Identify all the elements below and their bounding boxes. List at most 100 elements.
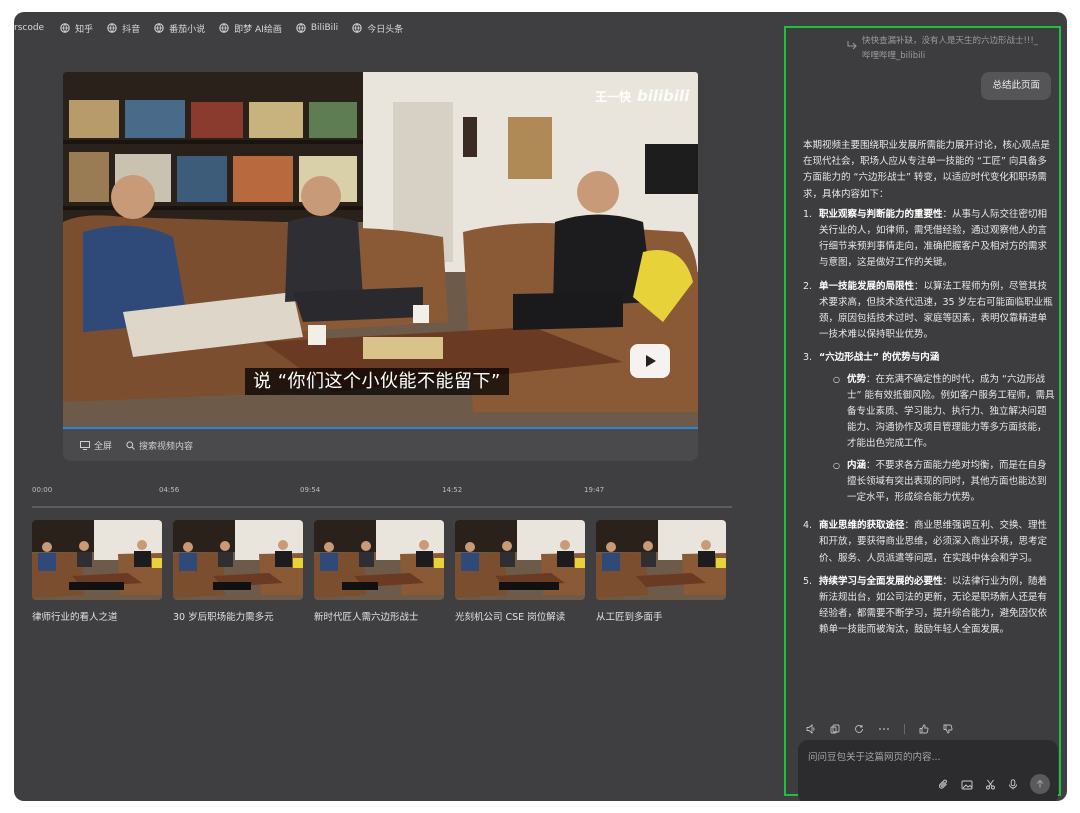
search-video-button[interactable]: 搜索视频内容 (126, 439, 193, 452)
item-number: 5. (803, 575, 813, 587)
ai-answer: 本期视频主要围绕职业发展所需能力展开讨论，核心观点是在现代社会，职场人应从专注单… (803, 138, 1055, 646)
globe-icon (60, 23, 70, 33)
answer-subitem: ○ 优势：在充满不确定性的时代，成为 “六边形战士” 能有效抵御风险。例如客户服… (819, 372, 1055, 453)
chapter-thumbnail[interactable] (32, 520, 162, 600)
answer-item: 3. “六边形战士” 的优势与内涵 ○ 优势：在充满不确定性的时代，成为 “六边… (803, 350, 1055, 511)
scissors-icon[interactable] (985, 779, 996, 790)
item-number: 2. (803, 280, 813, 292)
bookmark-toutiao[interactable]: 今日头条 (352, 22, 403, 35)
chapter-item[interactable]: 光刻机公司 CSE 岗位解读 (455, 520, 586, 623)
answer-item: 5. 持续学习与全面发展的必要性：以法律行业为例，随着新法规出台，如公司法的更新… (803, 574, 1055, 639)
video-controls: 全屏 搜索视频内容 (63, 429, 698, 461)
bookmark-douyin[interactable]: 抖音 (107, 22, 140, 35)
fullscreen-label: 全屏 (94, 441, 113, 452)
microphone-icon[interactable] (1008, 778, 1018, 790)
monitor-icon (80, 440, 90, 450)
bullet-icon: ○ (833, 374, 840, 384)
play-icon (646, 355, 656, 367)
timestamp: 09:54 (300, 486, 321, 494)
bookmark-fanqie[interactable]: 番茄小说 (154, 22, 205, 35)
bookmark-label: 即梦 AI绘画 (234, 24, 282, 35)
answer-item: 1. 职业观察与判断能力的重要性：从事与人际交往密切相关行业的人，如律师，需凭借… (803, 207, 1055, 272)
page-reference-text: 快快查漏补缺，没有人是天生的六边形战士!!!_哔哩哔哩_bilibili (862, 36, 1038, 61)
answer-actions (806, 724, 953, 734)
bullet-icon: ○ (833, 460, 840, 470)
regenerate-icon[interactable] (854, 724, 864, 734)
bookmark-label: BiliBili (310, 23, 339, 33)
subitem-text: ：不要求各方面能力绝对均衡，而是在自身擅长领域有突出表现的同时，其他方面也能达到… (847, 459, 1047, 504)
answer-item: 4. 商业思维的获取途径：商业思维强调互利、交换、理性和开放，要获得商业思维，必… (803, 518, 1055, 567)
item-title: “六边形战士” 的优势与内涵 (819, 352, 940, 364)
send-button[interactable] (1030, 774, 1050, 794)
timestamp: 19:47 (584, 486, 605, 494)
speaker-icon[interactable] (806, 724, 816, 734)
globe-icon (219, 23, 229, 33)
chapter-item[interactable]: 从工匠到多面手 (596, 520, 727, 623)
attachment-icon[interactable] (938, 779, 949, 790)
globe-icon (107, 23, 117, 33)
bookmark-rscode[interactable]: rscode (14, 23, 44, 33)
item-title: 单一技能发展的局限性 (819, 280, 915, 292)
timestamp: 00:00 (32, 486, 53, 494)
watermark-brand: bilibili (637, 87, 690, 105)
copy-icon[interactable] (830, 724, 840, 734)
answer-item: 2. 单一技能发展的局限性：以算法工程师为例，尽管其技术要求高，但技术迭代迅速，… (803, 279, 1055, 344)
item-title: 持续学习与全面发展的必要性 (819, 575, 943, 587)
search-icon (126, 440, 135, 450)
chapter-item[interactable]: 律师行业的看人之道 (32, 520, 163, 623)
globe-icon (296, 23, 306, 33)
chapter-thumbnail[interactable] (596, 520, 726, 600)
subitem-text: ：在充满不确定性的时代，成为 “六边形战士” 能有效抵御风险。例如客户服务工程师… (847, 373, 1055, 450)
page-reference[interactable]: 快快查漏补缺，没有人是天生的六边形战士!!!_哔哩哔哩_bilibili (844, 34, 1044, 64)
bookmark-zhihu[interactable]: 知乎 (60, 22, 93, 35)
subitem-title: 优势 (847, 373, 867, 385)
bookmark-label: 抖音 (122, 24, 141, 35)
chat-input-box (798, 740, 1058, 801)
chapter-thumbnail[interactable] (455, 520, 585, 600)
search-video-label: 搜索视频内容 (139, 441, 194, 452)
input-toolbar (938, 774, 1050, 794)
subitem-title: 内涵 (847, 459, 867, 471)
bookmark-label: 今日头条 (367, 24, 404, 35)
timestamp: 14:52 (442, 486, 463, 494)
chapter-title: 从工匠到多面手 (596, 612, 663, 623)
item-title: 商业思维的获取途径 (819, 520, 905, 532)
chapter-title: 光刻机公司 CSE 岗位解读 (455, 612, 566, 623)
thumbnail-image (173, 520, 303, 600)
bookmark-bilibili[interactable]: BiliBili (296, 23, 338, 33)
bookmark-label: rscode (14, 23, 45, 33)
chapter-list: 律师行业的看人之道 30 岁后职场能力需多元 新时代匠人需六边形战士 光刻机公司… (32, 520, 737, 623)
image-icon[interactable] (961, 779, 973, 790)
watermark-name: 王一快 (595, 89, 632, 104)
more-icon[interactable] (878, 724, 890, 734)
ai-assistant-panel: 快快查漏补缺，没有人是天生的六边形战士!!!_哔哩哔哩_bilibili 总结此… (784, 26, 1061, 801)
chapter-item[interactable]: 30 岁后职场能力需多元 (173, 520, 304, 623)
arrow-up-icon (1036, 779, 1044, 788)
browser-window: rscode 知乎 抖音 番茄小说 即梦 AI绘画 BiliBili 今日头条 (14, 12, 1067, 801)
chat-input[interactable] (808, 748, 1028, 766)
timeline-track[interactable] (32, 506, 732, 508)
item-number: 4. (803, 520, 813, 532)
chapter-thumbnail[interactable] (173, 520, 303, 600)
chapter-title: 律师行业的看人之道 (32, 612, 118, 623)
user-message: 总结此页面 (981, 72, 1051, 100)
item-number: 1. (803, 208, 813, 220)
video-player[interactable]: 王一快 bilibili 说 “你们这个小伙能不能留下” (63, 72, 698, 429)
thumbnail-image (32, 520, 162, 600)
globe-icon (352, 23, 362, 33)
thumbs-down-icon[interactable] (943, 724, 953, 734)
chapter-thumbnail[interactable] (314, 520, 444, 600)
play-button[interactable] (630, 344, 670, 378)
bookmarks-bar: rscode 知乎 抖音 番茄小说 即梦 AI绘画 BiliBili 今日头条 (14, 12, 784, 44)
thumbnail-image (455, 520, 585, 600)
item-title: 职业观察与判断能力的重要性 (819, 208, 943, 220)
chapter-item[interactable]: 新时代匠人需六边形战士 (314, 520, 445, 623)
bookmark-label: 番茄小说 (169, 24, 206, 35)
video-subtitle: 说 “你们这个小伙能不能留下” (245, 368, 509, 395)
fullscreen-button[interactable]: 全屏 (80, 439, 112, 452)
answer-intro: 本期视频主要围绕职业发展所需能力展开讨论，核心观点是在现代社会，职场人应从专注单… (803, 140, 1051, 200)
thumbs-up-icon[interactable] (919, 724, 929, 734)
answer-subitem: ○ 内涵：不要求各方面能力绝对均衡，而是在自身擅长领域有突出表现的同时，其他方面… (819, 458, 1055, 507)
bookmark-jimeng[interactable]: 即梦 AI绘画 (219, 22, 282, 35)
divider (904, 724, 905, 734)
